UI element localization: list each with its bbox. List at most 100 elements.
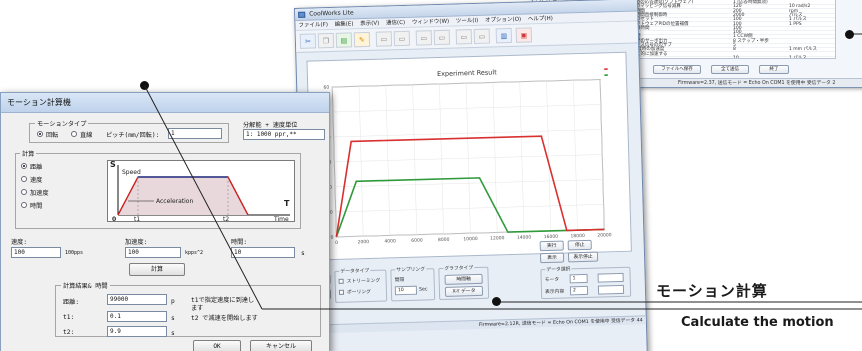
coolworks-window: CoolWorks Lite ファイル(F) 編集(E) 表示(V) 通信(C)… <box>294 0 648 351</box>
interval-unit: Sec <box>418 287 428 293</box>
linear-radio[interactable] <box>71 131 77 137</box>
disk-icon[interactable]: ▣ <box>515 27 533 43</box>
speed-label: 速度: <box>11 239 28 246</box>
t2-label: t2: <box>63 329 75 336</box>
y-tick-label: 0 <box>330 234 333 240</box>
speed-option: 速度 <box>30 177 43 184</box>
rotary-radio[interactable] <box>37 131 43 137</box>
sampling-group: サンプリング 間隔 10 Sec <box>390 265 436 302</box>
cancel-button[interactable]: キャンセル <box>250 340 312 351</box>
doc-icon[interactable]: ▭ <box>433 29 451 46</box>
rotary-label: 回転 <box>46 132 59 139</box>
chart-icon[interactable]: ▥ <box>495 27 513 44</box>
menu-view[interactable]: 表示(V) <box>360 21 379 28</box>
send-all-button[interactable]: 全て送信 <box>711 65 749 74</box>
xy-data-button[interactable]: X-Y データ <box>444 285 484 297</box>
t1-result: 0.1 <box>107 311 167 322</box>
speed-radio[interactable] <box>21 176 27 182</box>
motion-calculator-dialog: モーション計算機 モーションタイプ 回転 直線 ピッチ(mm/回転): 1 分解… <box>0 92 330 351</box>
distance-radio[interactable] <box>21 163 27 169</box>
result-group <box>55 285 321 337</box>
caption-english: Calculate the motion <box>681 315 834 330</box>
doc-icon[interactable]: ▭ <box>393 30 411 47</box>
pitch-input[interactable]: 1 <box>168 128 222 139</box>
chart-svg: 0 2000 4000 6000 8000 10000 12000 14000 16000 180… <box>323 78 612 246</box>
show-stop-button[interactable]: 表示停止 <box>567 251 599 263</box>
doc-icon[interactable]: ▭ <box>455 29 473 45</box>
motor-label: モータ <box>544 277 560 284</box>
result-label: 計算結果& 時間 <box>61 281 110 290</box>
time-radio[interactable] <box>21 202 27 208</box>
graphtype-group: グラフタイプ 時間軸 X-Y データ <box>438 264 490 301</box>
menu-edit[interactable]: 編集(E) <box>335 21 354 28</box>
interval-input[interactable]: 10 <box>394 285 418 296</box>
menu-help[interactable]: ヘルプ(H) <box>528 16 553 23</box>
distance-result: 99000 <box>107 294 167 305</box>
x-tick-label: 0 <box>335 240 338 246</box>
x-tick-label: 2000 <box>358 239 370 245</box>
exit-button[interactable]: 終了 <box>759 65 789 74</box>
x-tick-label: 8000 <box>438 237 450 243</box>
note-t2: t2 で減速を開始します <box>191 315 258 322</box>
display-select-2[interactable] <box>597 284 625 295</box>
time-unit: s <box>301 250 305 257</box>
legend-green-mark: ▬ <box>603 73 609 79</box>
time-option: 時間 <box>30 203 43 210</box>
save-to-file-button[interactable]: ファイルへ保存 <box>653 65 701 74</box>
menu-file[interactable]: ファイル(F) <box>298 22 328 29</box>
streaming-checkbox[interactable] <box>338 278 344 284</box>
distance-label: 距離: <box>63 299 80 306</box>
stop-button[interactable]: 停止 <box>567 239 592 251</box>
datatype-group: データタイプ ストリーミング ポーリング <box>334 266 388 303</box>
ok-button[interactable]: OK <box>193 340 241 351</box>
menu-tool[interactable]: ツール(I) <box>456 18 479 25</box>
origin-label: 0 <box>112 216 117 223</box>
x-tick-label: 6000 <box>411 237 423 243</box>
resolution-label: 分解能 + 速度単位 <box>243 122 298 129</box>
parameter-cell: 1 パルス <box>789 55 807 59</box>
acceleration-label: Acceleration <box>156 198 194 205</box>
run-button[interactable]: 実行 <box>539 240 564 252</box>
speed-unit: 100pps <box>65 250 84 256</box>
motion-type-label: モーションタイプ <box>35 119 89 128</box>
time-axis-button[interactable]: 時間軸 <box>444 273 483 285</box>
show-button[interactable]: 表示 <box>539 252 565 264</box>
doc-icon[interactable]: ▭ <box>415 30 433 46</box>
motor-select[interactable]: 1 <box>569 273 588 284</box>
polling-checkbox[interactable] <box>338 289 345 295</box>
interval-label: 間隔 <box>394 278 405 284</box>
accel-option: 加速度 <box>30 190 49 197</box>
t1-mark: t1 <box>134 216 141 223</box>
cut-icon[interactable]: ✂ <box>299 33 317 49</box>
doc-icon[interactable]: ▭ <box>473 28 491 44</box>
accel-input[interactable]: 100 <box>125 247 181 258</box>
calc-label: 計算 <box>20 149 37 158</box>
display-select[interactable]: 2 <box>569 285 589 296</box>
x-tick-label: 4000 <box>384 238 396 244</box>
doc-icon[interactable]: ▭ <box>375 31 393 47</box>
menu-window[interactable]: ウィンドウ(W) <box>412 19 449 26</box>
status-firmware: Firmware=2.37, 送信モード = Echo On COM1 を使用中… <box>678 81 836 86</box>
s-axis-label: S <box>110 160 116 169</box>
calculate-button[interactable]: 計算 <box>129 263 185 276</box>
callout-dot-dialog <box>140 81 149 90</box>
data-select-label: データ選択 <box>545 265 572 274</box>
t-axis-label: T <box>284 199 290 208</box>
motor-select-2[interactable] <box>597 272 624 283</box>
paste-icon[interactable]: ▤ <box>335 32 353 48</box>
copy-icon[interactable]: ❐ <box>317 32 335 49</box>
speed-input[interactable]: 100 <box>11 247 61 258</box>
callout-dot-chart <box>492 297 501 306</box>
x-tick-label: 14000 <box>517 234 532 240</box>
note-t1-end: ます <box>191 305 204 312</box>
menu-option[interactable]: オプション(O) <box>485 17 521 24</box>
datatype-label: データタイプ <box>339 266 371 275</box>
time-input[interactable]: 10 <box>231 247 295 258</box>
resolution-select[interactable]: 1: 1000 ppr,** <box>243 129 325 140</box>
menu-comm[interactable]: 通信(C) <box>386 20 405 27</box>
pencil-icon[interactable]: ✎ <box>353 31 371 48</box>
t1-label: t1: <box>63 314 75 321</box>
accel-radio[interactable] <box>21 189 27 195</box>
accel-unit: kpps^2 <box>185 250 204 256</box>
caption-japanese: モーション計算 <box>656 282 768 300</box>
